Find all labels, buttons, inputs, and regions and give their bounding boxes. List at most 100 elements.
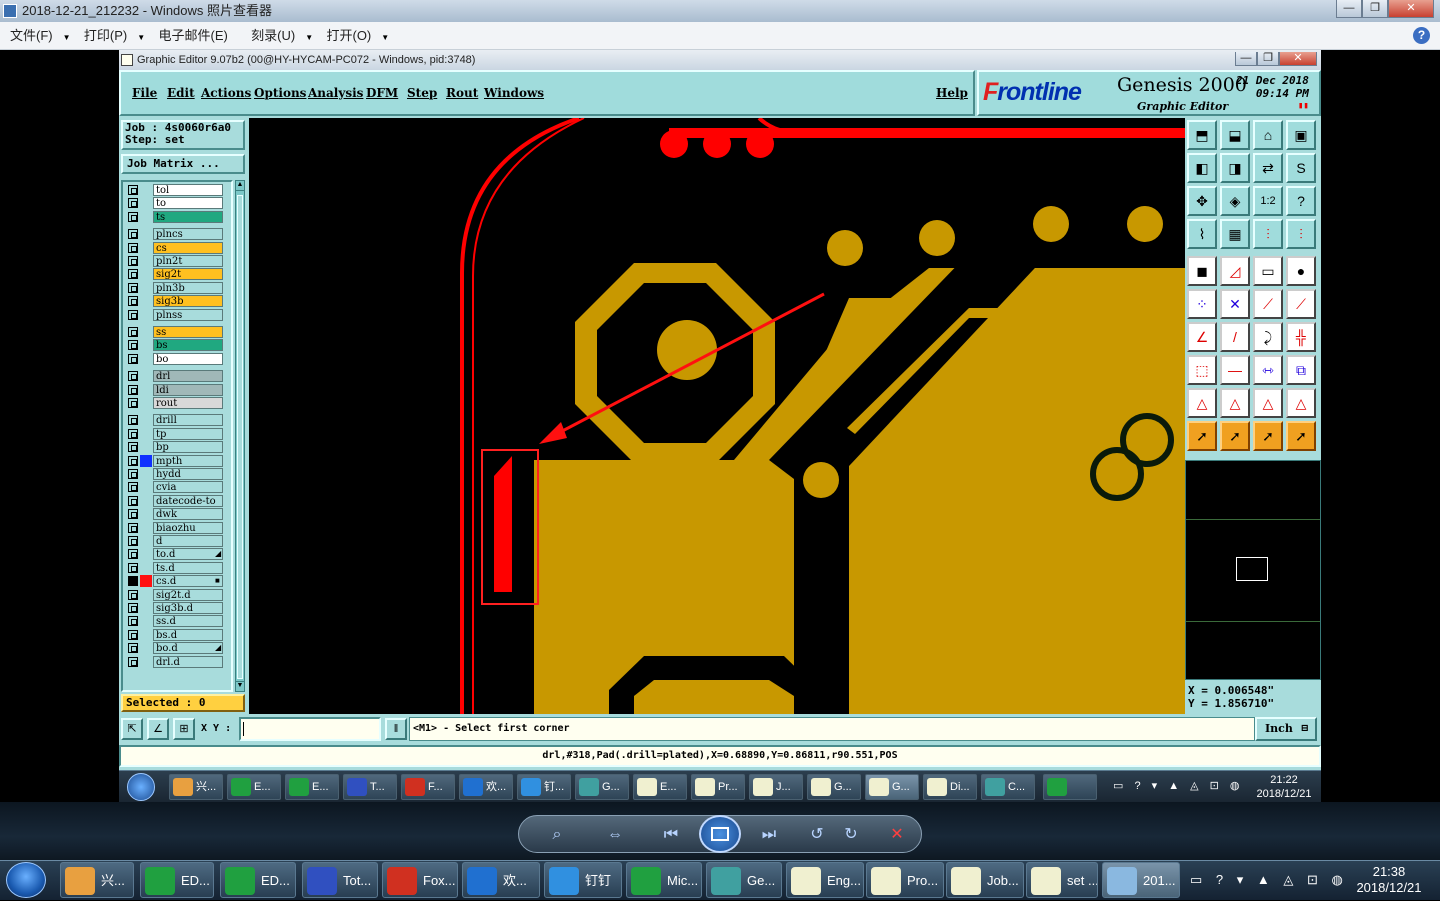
layer-row[interactable]: pln2t [125,255,229,267]
tool-stretch-icon[interactable]: ⇿ [1253,355,1283,385]
tool-zoom-fit-icon[interactable]: ✥ [1187,186,1217,216]
layer-checkbox[interactable] [128,509,138,520]
layer-name[interactable]: bs.d [153,628,223,641]
menu-print[interactable]: 打印(P) [74,22,137,50]
xy-input[interactable] [239,717,381,741]
layer-row[interactable]: ts.d [125,561,229,574]
layer-checkbox[interactable] [128,536,138,546]
scroll-thumb[interactable] [237,195,243,679]
layer-checkbox[interactable] [128,522,138,533]
layer-name[interactable]: tp [153,427,223,440]
tool-select-poly-icon[interactable]: ◿ [1220,256,1250,286]
layer-row[interactable]: drl [125,370,229,383]
task-8[interactable]: Ge... [706,862,782,898]
layer-checkbox[interactable] [128,549,138,560]
layer-name[interactable]: ldi [153,383,223,396]
tool-zoom-left-icon[interactable]: ◧ [1187,153,1217,183]
tool-line-icon[interactable]: ⟋ [1253,289,1283,319]
layer-row[interactable]: cvia [125,481,229,494]
layer-row[interactable]: hydd [125,468,229,480]
g-minimize-button[interactable]: — [1235,52,1257,66]
fit-size-icon[interactable]: ⇔ [603,825,627,845]
inner-task-3[interactable]: T... [343,774,397,800]
layer-row[interactable]: cs [125,241,229,254]
layer-row[interactable]: mpth [125,454,229,467]
tool-measure-icon[interactable]: ⌇ [1187,219,1217,249]
delete-icon[interactable]: ✕ [885,825,909,845]
g-menu-windows[interactable]: Windows [484,86,544,100]
zoom-icon[interactable]: ⌕ [545,825,569,845]
layer-checkbox[interactable] [128,353,138,364]
layer-row[interactable]: sig2t [125,268,229,281]
inner-task-12[interactable]: G... [865,774,919,800]
layer-name[interactable]: to.d [153,548,223,561]
g-maximize-button[interactable]: ❐ [1257,52,1279,66]
layer-checkbox[interactable] [128,256,138,266]
rotate-right-icon[interactable]: ↻ [839,825,863,845]
layer-name[interactable]: ts [153,210,223,223]
overview-window[interactable] [1185,460,1321,680]
g-menu-file[interactable]: File [132,86,157,100]
g-menu-dfm[interactable]: DFM [366,86,398,100]
inner-task-5[interactable]: 欢... [459,774,513,800]
inner-task-2[interactable]: E... [285,774,339,800]
layer-list-scrollbar[interactable]: ▲ ▼ [235,180,245,692]
layer-row[interactable]: plnss [125,308,229,321]
tool-help-icon[interactable]: ? [1286,186,1316,216]
layer-checkbox[interactable] [128,269,138,280]
layer-name[interactable]: sig2t.d [153,588,223,601]
task-6[interactable]: 钉钉 [544,862,622,898]
tool-connect-icon[interactable]: ⁘ [1187,289,1217,319]
g-menu-rout[interactable]: Rout [446,86,478,100]
tool-layers-red-icon[interactable]: ⫶ [1253,219,1283,249]
layer-name[interactable]: plncs [153,228,223,241]
layer-row[interactable]: bo.d ◢ [125,642,229,655]
layer-name[interactable]: drl.d [153,655,223,668]
layer-row[interactable]: sig2t.d [125,588,229,601]
layer-checkbox[interactable] [128,211,138,222]
layer-row[interactable]: ss.d [125,615,229,628]
inner-task-13[interactable]: Di... [923,774,977,800]
tool-grid-icon[interactable]: ▦ [1220,219,1250,249]
layer-name[interactable]: drl [153,370,223,383]
layer-row[interactable]: bo [125,352,229,365]
layer-name[interactable]: sig3b [153,295,223,308]
layer-row[interactable]: d [125,535,229,547]
tool-triangle-icon[interactable]: △ [1187,388,1217,418]
layer-name[interactable]: bo.d [153,642,223,655]
grid-snap-icon[interactable]: ⊞ [173,718,195,740]
task-4[interactable]: Fox... [382,862,458,898]
tool-scale-1-2-icon[interactable]: 1:2 [1253,186,1283,216]
layer-name[interactable]: bp [153,441,223,454]
job-matrix-button[interactable]: Job Matrix ... [121,154,245,174]
layer-row[interactable]: pln3b [125,281,229,294]
close-button[interactable]: ✕ [1388,0,1434,18]
task-0[interactable]: 兴... [60,862,134,898]
tool-home-icon[interactable]: ⌂ [1253,120,1283,150]
layer-name[interactable]: rout [153,397,223,409]
layer-checkbox[interactable] [128,384,138,395]
overview-viewport[interactable] [1236,557,1268,581]
layer-checkbox[interactable] [128,428,138,439]
layer-row[interactable]: tol [125,184,229,196]
layer-checkbox[interactable] [128,603,138,613]
layer-row[interactable]: bs.d [125,628,229,641]
task-13[interactable]: 201... [1102,862,1180,898]
layer-name[interactable]: d [153,535,223,547]
layer-name[interactable]: sig2t [153,268,223,281]
minimize-button[interactable]: — [1336,0,1362,18]
layer-row[interactable]: bs [125,339,229,352]
layer-checkbox[interactable] [128,398,138,408]
layer-name[interactable]: drill [153,414,223,427]
layer-checkbox[interactable] [128,185,138,195]
inner-task-7[interactable]: G... [575,774,629,800]
inner-task-9[interactable]: Pr... [691,774,745,800]
tool-cursor4-icon[interactable]: ➚ [1286,421,1316,451]
maximize-button[interactable]: ❐ [1362,0,1388,18]
task-3[interactable]: Tot... [302,862,378,898]
layer-row[interactable]: bp [125,441,229,454]
inner-task-8[interactable]: E... [633,774,687,800]
task-12[interactable]: set ... [1026,862,1098,898]
tool-select-square-icon[interactable]: ◼ [1187,256,1217,286]
tool-arc-icon[interactable]: ⟋ [1286,289,1316,319]
